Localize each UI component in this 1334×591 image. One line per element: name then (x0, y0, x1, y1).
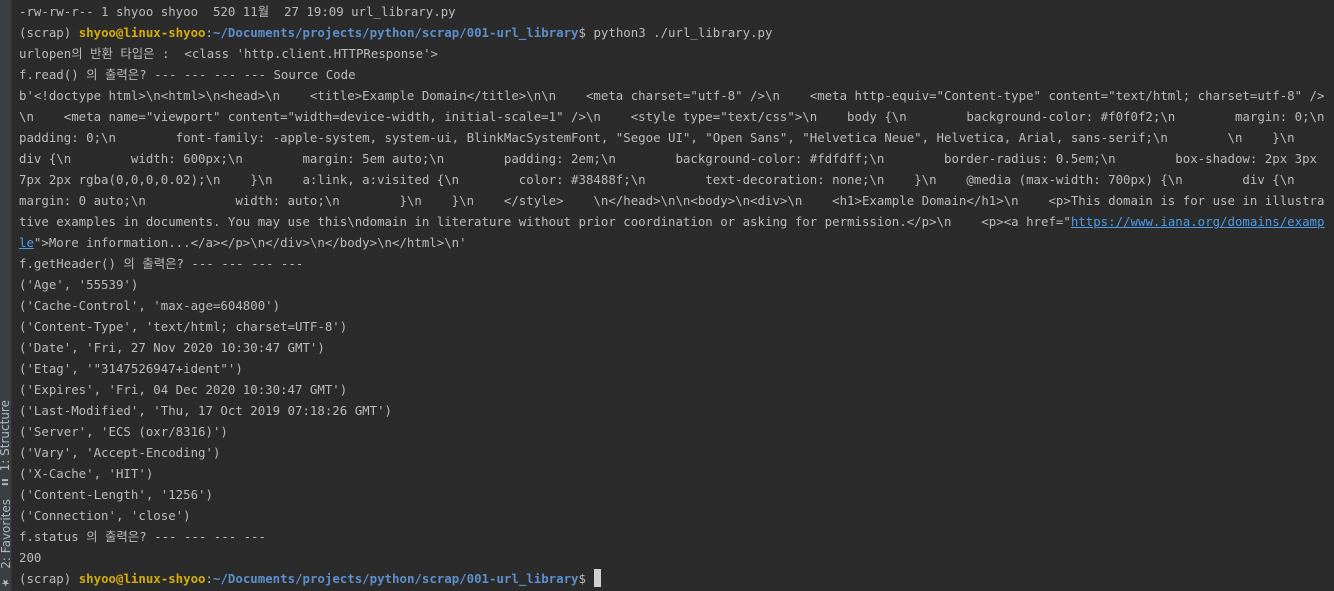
header-line: ('Content-Type', 'text/html; charset=UTF… (19, 319, 348, 334)
header-line: ('Last-Modified', 'Thu, 17 Oct 2019 07:1… (19, 403, 392, 418)
prompt-path: ~/Documents/projects/python/scrap/001-ur… (212, 25, 579, 40)
prompt-colon: : (205, 571, 213, 586)
terminal-output[interactable]: -rw-rw-r-- 1 shyoo shyoo 520 11월 27 19:0… (19, 0, 1334, 591)
status-heading: f.status 의 출력은? --- --- --- --- (19, 529, 267, 544)
favorites-tool-tab[interactable]: ★ 2: Favorites (0, 495, 13, 591)
header-line: ('Connection', 'close') (19, 508, 191, 523)
prompt-user-host: shyoo@linux-shyoo (78, 571, 206, 586)
virtualenv-prefix: (scrap) (19, 571, 79, 586)
header-line: ('X-Cache', 'HIT') (19, 466, 154, 481)
header-line: ('Date', 'Fri, 27 Nov 2020 10:30:47 GMT'… (19, 340, 325, 355)
star-icon: ★ (0, 576, 11, 588)
command-prompt-line: (scrap) shyoo@linux-shyoo:~/Documents/pr… (19, 22, 1334, 43)
prompt-path: ~/Documents/projects/python/scrap/001-ur… (212, 571, 579, 586)
executed-command: python3 ./url_library.py (593, 25, 773, 40)
structure-icon (2, 479, 8, 486)
side-tool-strip: 1: Structure ★ 2: Favorites (0, 0, 13, 591)
structure-tab-label: 1: Structure (0, 399, 12, 472)
prompt-dollar: $ (578, 25, 594, 40)
prompt-colon: : (205, 25, 213, 40)
active-prompt-line[interactable]: (scrap) shyoo@linux-shyoo:~/Documents/pr… (19, 568, 1334, 589)
html-source-text: b'<!doctype html>\n<html>\n<head>\n <tit… (19, 88, 1325, 229)
text-cursor (594, 569, 602, 587)
structure-tool-tab[interactable]: 1: Structure (0, 395, 12, 490)
prompt-dollar: $ (578, 571, 594, 586)
header-line: ('Etag', '"3147526947+ident"') (19, 361, 243, 376)
header-line: ('Age', '55539') (19, 277, 139, 292)
favorites-tab-label: 2: Favorites (0, 498, 13, 569)
header-line: ('Server', 'ECS (oxr/8316)') (19, 424, 228, 439)
header-line: ('Vary', 'Accept-Encoding') (19, 445, 221, 460)
prompt-user-host: shyoo@linux-shyoo (78, 25, 206, 40)
virtualenv-prefix: (scrap) (19, 25, 79, 40)
get-header-heading: f.getHeader() 의 출력은? --- --- --- --- (19, 256, 304, 271)
status-value: 200 (19, 550, 42, 565)
read-output-heading: f.read() 의 출력은? --- --- --- --- Source C… (19, 67, 356, 82)
header-line: ('Cache-Control', 'max-age=604800') (19, 298, 281, 313)
ls-output-line: -rw-rw-r-- 1 shyoo shyoo 520 11월 27 19:0… (19, 4, 456, 19)
html-source-tail: ">More information...</a></p>\n</div>\n<… (33, 235, 467, 250)
header-line: ('Expires', 'Fri, 04 Dec 2020 10:30:47 G… (19, 382, 348, 397)
ide-terminal-window: 1: Structure ★ 2: Favorites -rw-rw-r-- 1… (0, 0, 1334, 591)
header-line: ('Content-Length', '1256') (19, 487, 213, 502)
html-source-output: b'<!doctype html>\n<html>\n<head>\n <tit… (19, 85, 1325, 253)
return-type-line: urlopen의 반환 타입은 : <class 'http.client.HT… (19, 46, 439, 61)
